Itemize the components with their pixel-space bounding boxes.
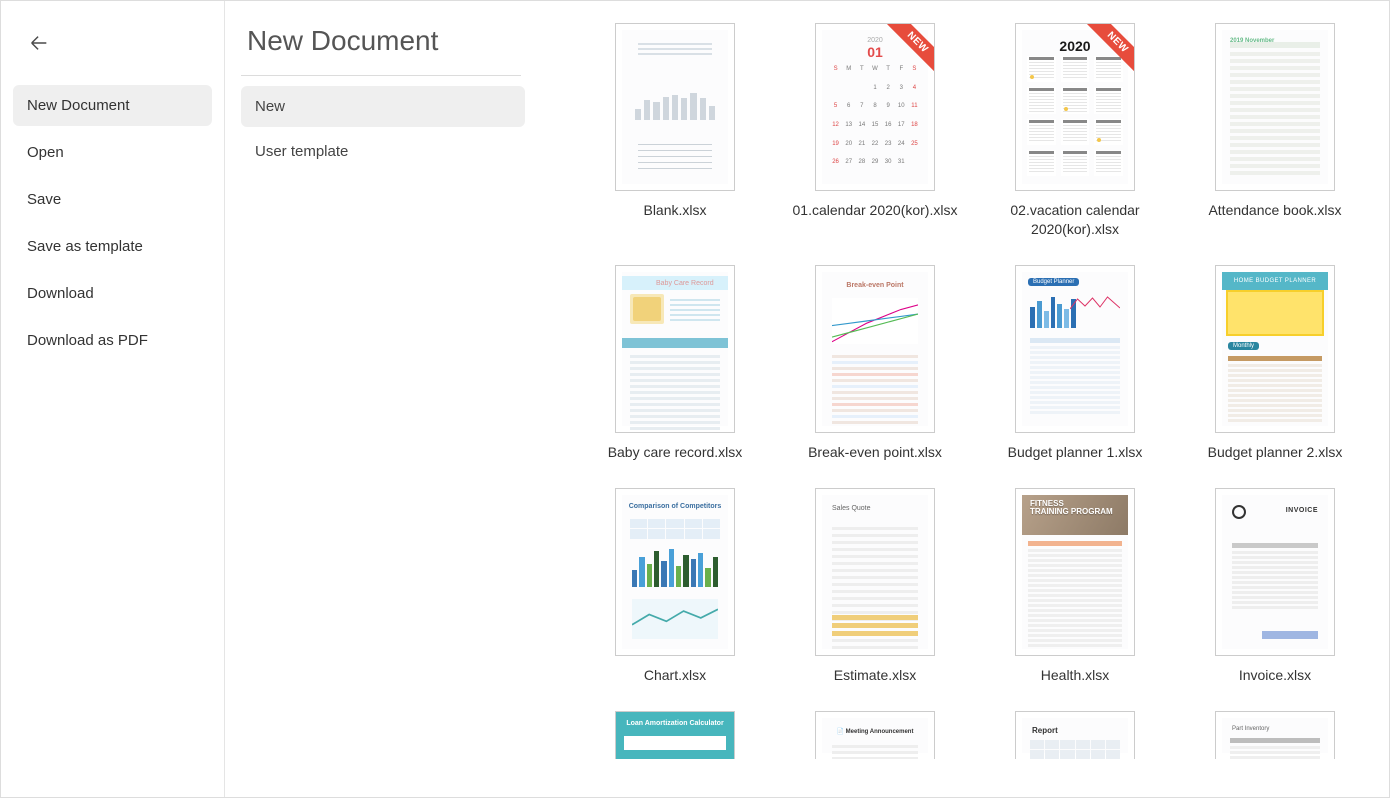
template-label: Estimate.xlsx — [834, 666, 916, 685]
template-card[interactable]: Break-even Point Break-even point.xlsx — [775, 265, 975, 462]
template-thumb[interactable]: 202001SMTWTFS123456789101112131415161718… — [815, 23, 935, 191]
file-menu-rail: New Document Open Save Save as template Down… — [1, 1, 225, 797]
subnav-item-user-template[interactable]: User template — [241, 131, 525, 172]
template-card[interactable]: Loan Amortization Calculator — [575, 711, 775, 759]
subnav-item-new[interactable]: New — [241, 86, 525, 127]
rail-item-download[interactable]: Download — [13, 273, 212, 314]
template-label: Budget planner 1.xlsx — [1008, 443, 1143, 462]
template-label: Baby care record.xlsx — [608, 443, 743, 462]
template-card[interactable]: Baby Care Record Baby care record.xlsx — [575, 265, 775, 462]
app-root: New Document Open Save Save as template Down… — [0, 0, 1390, 798]
template-thumb[interactable]: INVOICE — [1215, 488, 1335, 656]
template-card[interactable]: FITNESSTRAINING PROGRAM Health.xlsx — [975, 488, 1175, 685]
template-thumb[interactable]: HOME BUDGET PLANNER Monthly — [1215, 265, 1335, 433]
template-card[interactable]: Report — [975, 711, 1175, 759]
template-thumb[interactable]: Baby Care Record — [615, 265, 735, 433]
template-card[interactable]: 2020 02.vacation calendar 2020(kor).xlsx — [975, 23, 1175, 239]
template-card[interactable]: Part Inventory — [1175, 711, 1375, 759]
rail-item-download-as-pdf[interactable]: Download as PDF — [13, 320, 212, 361]
rail-item-new-document[interactable]: New Document — [13, 85, 212, 126]
title-underline — [241, 75, 521, 76]
template-card[interactable]: Blank.xlsx — [575, 23, 775, 239]
page-title: New Document — [241, 25, 537, 75]
template-thumb[interactable]: Comparison of Competitors — [615, 488, 735, 656]
template-label: Chart.xlsx — [644, 666, 706, 685]
arrow-left-icon — [28, 32, 50, 54]
template-label: Attendance book.xlsx — [1208, 201, 1341, 220]
template-thumb[interactable]: Report — [1015, 711, 1135, 759]
template-thumb[interactable]: Break-even Point — [815, 265, 935, 433]
template-card[interactable]: Comparison of Competitors Chart.xlsx — [575, 488, 775, 685]
subnav: New Document NewUser template — [225, 1, 565, 797]
template-card[interactable]: Budget Planner Budget planner 1.xlsx — [975, 265, 1175, 462]
template-thumb[interactable]: Part Inventory — [1215, 711, 1335, 759]
back-button[interactable] — [21, 25, 57, 61]
template-label: Invoice.xlsx — [1239, 666, 1311, 685]
template-thumb[interactable]: 📄 Meeting Announcement — [815, 711, 935, 759]
rail-item-open[interactable]: Open — [13, 132, 212, 173]
template-thumb[interactable]: 2020 — [1015, 23, 1135, 191]
template-label: Health.xlsx — [1041, 666, 1109, 685]
template-card[interactable]: 2019 November Attendance book.xlsx — [1175, 23, 1375, 239]
template-label: 02.vacation calendar 2020(kor).xlsx — [980, 201, 1170, 239]
rail-item-save[interactable]: Save — [13, 179, 212, 220]
template-card[interactable]: 📄 Meeting Announcement — [775, 711, 975, 759]
templates-scroll[interactable]: Blank.xlsx 202001SMTWTFS12345678910111213… — [565, 1, 1389, 797]
templates-grid: Blank.xlsx 202001SMTWTFS12345678910111213… — [575, 23, 1359, 759]
template-thumb[interactable]: Sales Quote — [815, 488, 935, 656]
template-thumb[interactable]: Budget Planner — [1015, 265, 1135, 433]
template-label: 01.calendar 2020(kor).xlsx — [793, 201, 958, 220]
template-label: Blank.xlsx — [643, 201, 706, 220]
template-card[interactable]: INVOICE Invoice.xlsx — [1175, 488, 1375, 685]
template-label: Break-even point.xlsx — [808, 443, 942, 462]
template-card[interactable]: HOME BUDGET PLANNER Monthly Budget plann… — [1175, 265, 1375, 462]
template-label: Budget planner 2.xlsx — [1208, 443, 1343, 462]
template-card[interactable]: 202001SMTWTFS123456789101112131415161718… — [775, 23, 975, 239]
template-thumb[interactable] — [615, 23, 735, 191]
template-thumb[interactable]: FITNESSTRAINING PROGRAM — [1015, 488, 1135, 656]
template-card[interactable]: Sales Quote Estimate.xlsx — [775, 488, 975, 685]
template-thumb[interactable]: Loan Amortization Calculator — [615, 711, 735, 759]
template-thumb[interactable]: 2019 November — [1215, 23, 1335, 191]
rail-item-save-as-template[interactable]: Save as template — [13, 226, 212, 267]
